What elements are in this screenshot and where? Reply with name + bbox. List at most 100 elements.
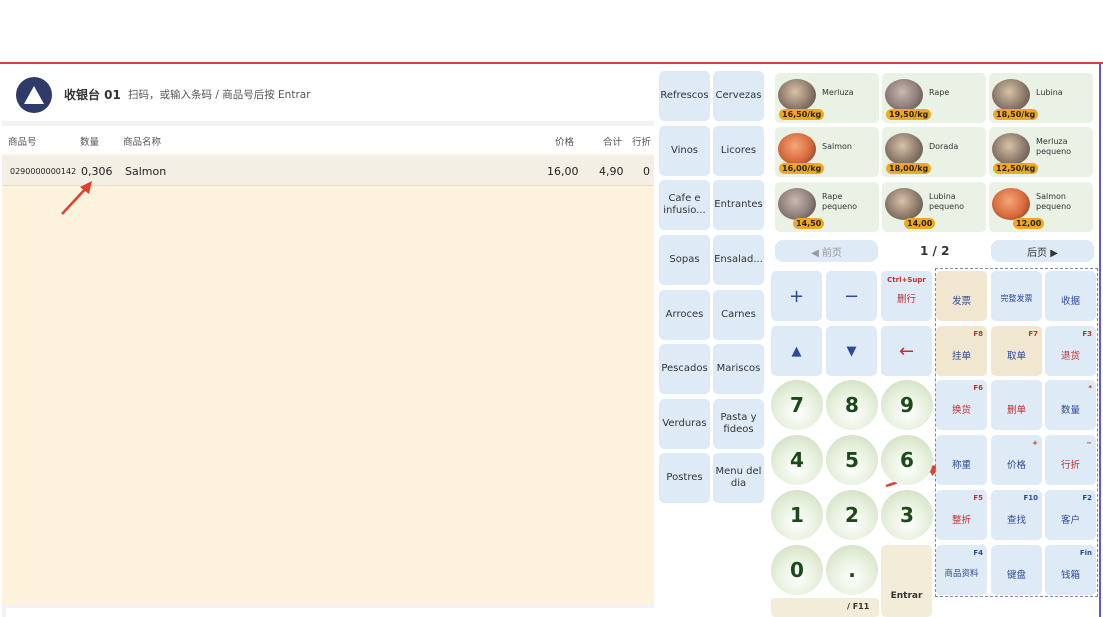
full-invoice-label: 完整发票: [1000, 294, 1033, 303]
category-mariscos[interactable]: Mariscos: [713, 344, 764, 394]
product-salmon-pequeno[interactable]: Salmon pequeno 12,00: [989, 182, 1093, 232]
delete-line-button[interactable]: Ctrl+Supr 删行: [881, 271, 932, 321]
shortcut-label: F2: [1082, 494, 1092, 502]
hold-order-label: 挂单: [951, 351, 971, 362]
digit-2-button[interactable]: 2: [826, 490, 878, 540]
category-menu-del-dia[interactable]: Menu del dia: [713, 453, 764, 503]
col-line-discount: 行折: [632, 137, 652, 148]
category-postres[interactable]: Postres: [659, 453, 710, 503]
category-ensaladas[interactable]: Ensalad...: [713, 235, 764, 285]
search-button[interactable]: F10 查找: [991, 490, 1042, 540]
col-price: 价格: [555, 137, 575, 148]
line-discount-button[interactable]: − 行折: [1045, 435, 1096, 485]
next-page-button[interactable]: 后页 ▶: [991, 240, 1094, 262]
customer-label: 客户: [1060, 515, 1080, 526]
price-tag: 19,50/kg: [886, 109, 932, 120]
product-name: Merluza pequeno: [1036, 137, 1072, 156]
product-lubina-pequeno[interactable]: Lubina pequeno 14,00: [882, 182, 986, 232]
total-discount-button[interactable]: F5 整折: [936, 490, 987, 540]
arrow-down-button[interactable]: ▼: [826, 326, 877, 376]
minus-button[interactable]: −: [826, 271, 877, 321]
hold-order-button[interactable]: F8 挂单: [936, 326, 987, 376]
col-qty: 数量: [80, 137, 100, 148]
station-title: 收银台 01: [64, 88, 121, 102]
product-rape[interactable]: Rape 19,50/kg: [882, 73, 986, 123]
category-vinos[interactable]: Vinos: [659, 126, 710, 176]
rape-image: [778, 188, 816, 220]
bottom-key[interactable]: / F11: [771, 598, 879, 617]
cash-drawer-button[interactable]: Fin 钱箱: [1045, 545, 1096, 595]
quantity-label: 数量: [1060, 405, 1080, 416]
recall-order-button[interactable]: F7 取单: [991, 326, 1042, 376]
price-button[interactable]: + 价格: [991, 435, 1042, 485]
category-carnes[interactable]: Carnes: [713, 290, 764, 340]
shortcut-label: Ctrl+Supr: [887, 276, 926, 284]
digit-8-button[interactable]: 8: [826, 380, 878, 430]
keyboard-button[interactable]: 键盘: [991, 545, 1042, 595]
product-lubina[interactable]: Lubina 18,50/kg: [989, 73, 1093, 123]
digit-9-button[interactable]: 9: [881, 380, 933, 430]
digit-5-button[interactable]: 5: [826, 435, 878, 485]
decimal-button[interactable]: .: [826, 545, 878, 595]
quantity-button[interactable]: * 数量: [1045, 380, 1096, 430]
digit-6-button[interactable]: 6: [881, 435, 933, 485]
digit-4-button[interactable]: 4: [771, 435, 823, 485]
product-name: Lubina: [1036, 88, 1063, 97]
return-button[interactable]: F3 退货: [1045, 326, 1096, 376]
shortcut-label: F3: [1082, 330, 1092, 338]
category-licores[interactable]: Licores: [713, 126, 764, 176]
category-refrescos[interactable]: Refrescos: [659, 71, 710, 121]
ticket-row[interactable]: 0290000000142 0,306 Salmon 16,00 4,90 0: [2, 156, 654, 186]
digit-7-button[interactable]: 7: [771, 380, 823, 430]
category-pescados[interactable]: Pescados: [659, 344, 710, 394]
shortcut-label: F8: [973, 330, 983, 338]
exchange-button[interactable]: F6 换货: [936, 380, 987, 430]
weigh-label: 称重: [951, 460, 971, 471]
digit-0-button[interactable]: 0: [771, 545, 823, 595]
cash-drawer-label: 钱箱: [1060, 570, 1080, 581]
shortcut-label: +: [1032, 439, 1038, 447]
category-verduras[interactable]: Verduras: [659, 399, 710, 449]
category-entrantes[interactable]: Entrantes: [713, 180, 764, 230]
product-dorada[interactable]: Dorada 18,00/kg: [882, 127, 986, 177]
arrow-up-button[interactable]: ▲: [771, 326, 822, 376]
scan-hint: 扫码，或输入条码 / 商品号后按 Entrar: [128, 89, 311, 101]
invoice-button[interactable]: 发票: [936, 271, 987, 321]
delete-order-button[interactable]: 删单: [991, 380, 1042, 430]
product-merluza-pequeno[interactable]: Merluza pequeno 12,50/kg: [989, 127, 1093, 177]
category-sopas[interactable]: Sopas: [659, 235, 710, 285]
price-tag: 12,50/kg: [993, 163, 1039, 174]
category-cervezas[interactable]: Cervezas: [713, 71, 764, 121]
total-discount-label: 整折: [951, 515, 971, 526]
product-name: Lubina pequeno: [929, 192, 965, 211]
category-cafe[interactable]: Cafe e infusio...: [659, 180, 710, 230]
product-name: Dorada: [929, 142, 959, 151]
annotation-arrow-icon: [61, 181, 92, 215]
category-pasta[interactable]: Pasta y fideos: [713, 399, 764, 449]
plus-button[interactable]: +: [771, 271, 822, 321]
receipt-button[interactable]: 收据: [1045, 271, 1096, 321]
col-code: 商品号: [8, 137, 37, 148]
full-invoice-button[interactable]: 完整发票: [991, 271, 1042, 321]
category-arroces[interactable]: Arroces: [659, 290, 710, 340]
product-merluza[interactable]: Merluza 16,50/kg: [775, 73, 879, 123]
product-rape-pequeno[interactable]: Rape pequeno 14,50: [775, 182, 879, 232]
price-tag: 18,50/kg: [993, 109, 1039, 120]
enter-button[interactable]: Entrar: [881, 545, 932, 617]
weigh-button[interactable]: 称重: [936, 435, 987, 485]
row-name: Salmon: [125, 165, 167, 178]
customer-button[interactable]: F2 客户: [1045, 490, 1096, 540]
salmon-image: [992, 188, 1030, 220]
product-info-button[interactable]: F4 商品资料: [936, 545, 987, 595]
prev-page-button[interactable]: ◀ 前页: [775, 240, 878, 262]
page-indicator: 1 / 2: [920, 244, 950, 258]
row-discount: 0: [643, 165, 650, 178]
lubina-image: [885, 188, 923, 220]
digit-1-button[interactable]: 1: [771, 490, 823, 540]
backspace-button[interactable]: ←: [881, 326, 932, 376]
product-salmon[interactable]: Salmon 16,00/kg: [775, 127, 879, 177]
digit-3-button[interactable]: 3: [881, 490, 933, 540]
ticket-panel: 收银台 01 扫码，或输入条码 / 商品号后按 Entrar 商品号 数量 商品…: [2, 66, 654, 617]
price-tag: 14,00: [904, 218, 936, 229]
row-code: 0290000000142: [10, 167, 77, 176]
